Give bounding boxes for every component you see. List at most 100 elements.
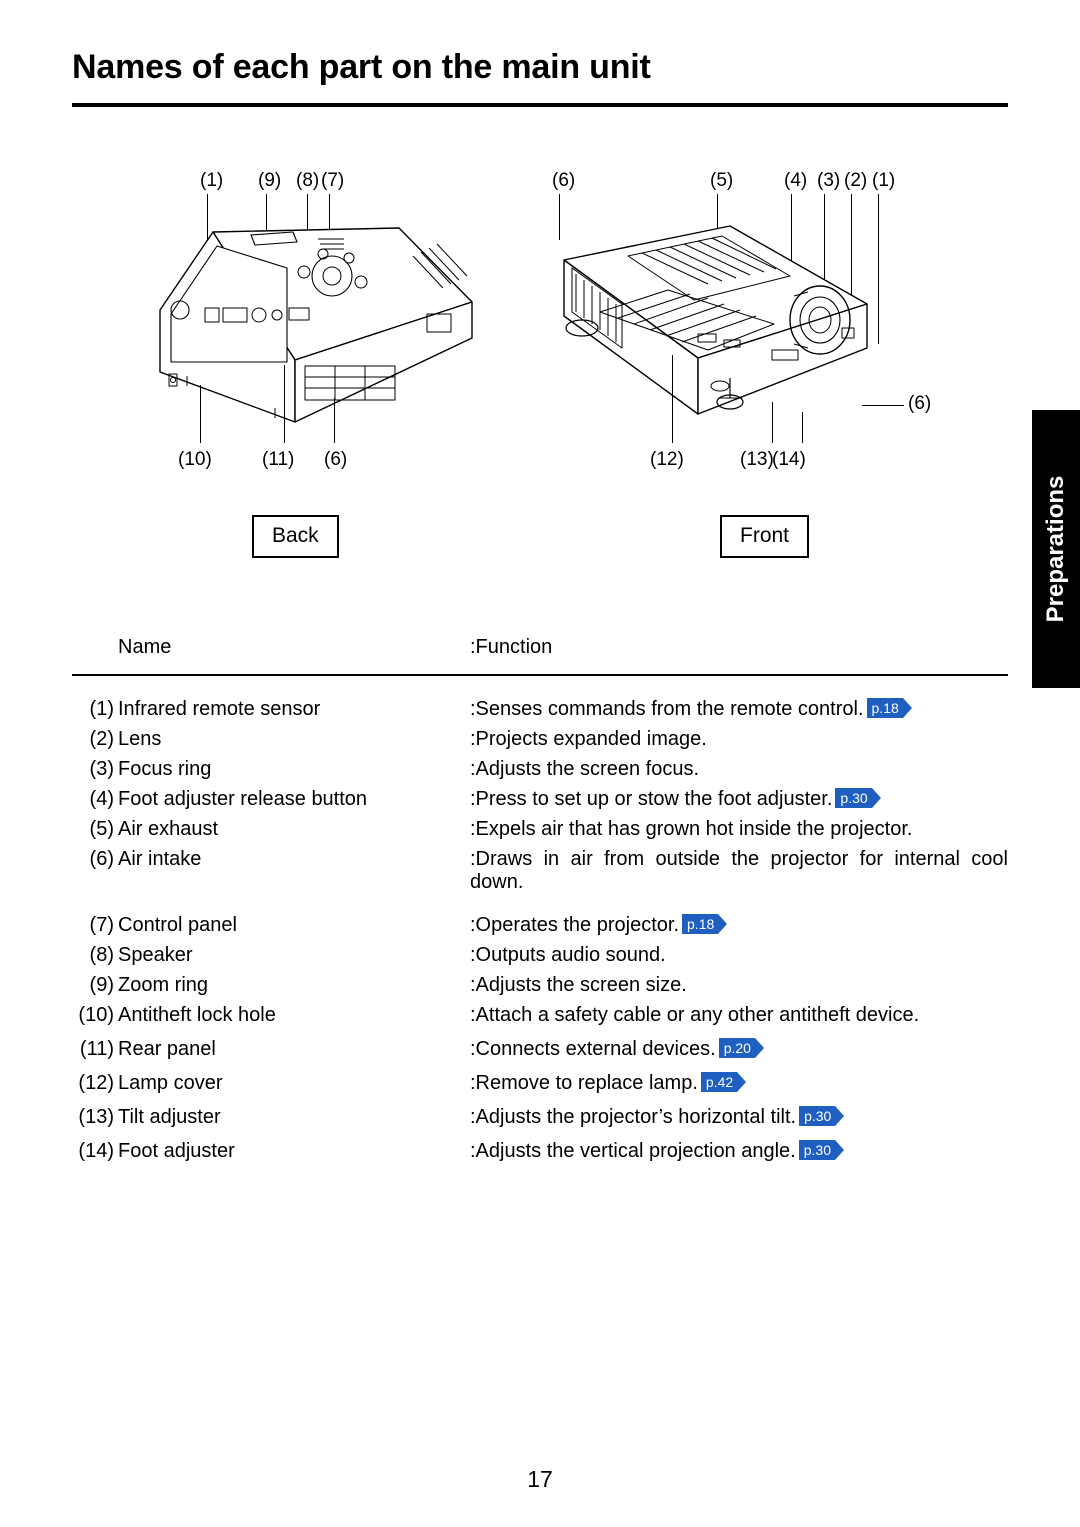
page-title: Names of each part on the main unit [72,48,651,86]
row-number: (7) [89,914,114,936]
leader-back-10 [200,385,201,443]
callout-front-1: (1) [872,170,896,191]
callout-front-4: (4) [784,170,808,191]
callout-back-9: (9) [258,170,282,191]
row-number: (6) [89,848,114,870]
table-row: (13) Tilt adjuster :Adjusts the projecto… [72,1106,1008,1140]
row-name: Antitheft lock hole [118,1004,276,1026]
row-function-text: :Adjusts the vertical projection angle. [470,1140,796,1162]
pageref-link[interactable]: p.18 [682,914,728,934]
row-function: :Adjusts the screen focus. [470,758,1008,781]
row-function: :Expels air that has grown hot inside th… [470,818,1008,841]
row-name: Speaker [118,944,193,966]
row-name: Zoom ring [118,974,209,996]
row-function: :Press to set up or stow the foot adjust… [470,788,1008,811]
figure-label-front: Front [720,515,810,558]
row-number: (3) [89,758,114,780]
page-number: 17 [527,1466,553,1492]
pageref-link[interactable]: p.20 [718,1038,765,1058]
row-function: :Senses commands from the remote control… [470,698,1008,721]
callout-back-6: (6) [324,449,348,470]
row-name: Infrared remote sensor [118,698,321,720]
callout-back-11: (11) [262,449,295,470]
figure-area: (1) (9) (8) (7) (10) (11) (6) Back (6) (… [72,150,972,590]
row-function: :Connects external devices. p.20 [470,1038,1008,1061]
row-function: :Adjusts the projector’s horizontal tilt… [470,1106,1008,1129]
row-name: Foot adjuster release button [118,788,368,810]
section-tab-label: Preparations [1042,475,1069,623]
callout-front-2: (2) [844,170,868,191]
leader-front-14 [802,412,803,443]
row-name: Air intake [118,848,202,870]
row-function: :Attach a safety cable or any other anti… [470,1004,1008,1027]
table-row: (10) Antitheft lock hole :Attach a safet… [72,1004,1008,1038]
callout-front-13: (13) [740,449,774,470]
row-function-text: :Senses commands from the remote control… [470,698,864,720]
column-header-function: :Function [470,636,553,658]
row-number: (4) [89,788,114,810]
callout-back-8: (8) [296,170,320,191]
row-name: Focus ring [118,758,212,780]
parts-table: Name :Function (1) Infrared remote senso… [72,636,1008,1174]
pageref-link[interactable]: p.42 [700,1072,747,1092]
leader-back-6 [334,398,335,443]
leader-back-11 [284,365,285,443]
row-number: (13) [78,1106,114,1128]
pageref-link[interactable]: p.30 [798,1140,845,1160]
row-number: (14) [78,1140,114,1162]
row-function-text: :Expels air that has grown hot inside th… [470,818,913,840]
table-row: (2) Lens :Projects expanded image. [72,728,1008,758]
row-name: Rear panel [118,1038,216,1060]
leader-front-1 [878,194,879,344]
callout-front-14: (14) [772,449,806,470]
row-function-text: :Adjusts the projector’s horizontal tilt… [470,1106,797,1128]
callout-back-1: (1) [200,170,224,191]
row-function-text: :Remove to replace lamp. [470,1072,698,1094]
section-tab-preparations: Preparations [1032,410,1080,688]
row-function: :Remove to replace lamp. p.42 [470,1072,1008,1095]
table-row: (6) Air intake :Draws in air from outsid… [72,848,1008,914]
row-function: :Adjusts the screen size. [470,974,1008,997]
table-row: (9) Zoom ring :Adjusts the screen size. [72,974,1008,1004]
callout-front-3: (3) [817,170,841,191]
row-function-text: :Adjusts the screen focus. [470,758,700,780]
callout-back-7: (7) [321,170,345,191]
table-row: (12) Lamp cover :Remove to replace lamp.… [72,1072,1008,1106]
table-row: (8) Speaker :Outputs audio sound. [72,944,1008,974]
pageref-link[interactable]: p.30 [835,788,881,808]
title-divider [72,103,1008,107]
row-number: (9) [89,974,114,996]
row-name: Tilt adjuster [118,1106,221,1128]
pageref-link[interactable]: p.30 [799,1106,845,1126]
row-function-text: :Attach a safety cable or any other anti… [470,1004,920,1026]
table-row: (4) Foot adjuster release button :Press … [72,788,1008,818]
leader-front-13 [772,402,773,443]
column-header-name: Name [118,636,172,658]
callout-front-12: (12) [650,449,684,470]
table-row: (14) Foot adjuster :Adjusts the vertical… [72,1140,1008,1174]
table-row: (1) Infrared remote sensor :Senses comma… [72,698,1008,728]
row-number: (12) [78,1072,114,1094]
table-row: (11) Rear panel :Connects external devic… [72,1038,1008,1072]
figure-label-back: Back [252,515,339,558]
row-name: Lamp cover [118,1072,223,1094]
row-function: :Draws in air from outside the projector… [470,848,1008,893]
table-row: (3) Focus ring :Adjusts the screen focus… [72,758,1008,788]
callout-front-5: (5) [710,170,734,191]
row-number: (1) [89,698,114,720]
row-name: Lens [118,728,162,750]
row-function: :Adjusts the vertical projection angle. p… [470,1140,1008,1163]
row-name: Foot adjuster [118,1140,235,1162]
row-function-text: :Connects external devices. [470,1038,716,1060]
pageref-link[interactable]: p.18 [866,698,913,718]
row-function-text: :Operates the projector. [470,914,680,936]
row-number: (2) [89,728,114,750]
row-number: (8) [89,944,114,966]
callout-back-10: (10) [178,449,212,470]
row-function: :Outputs audio sound. [470,944,1008,967]
table-row: (7) Control panel :Operates the projecto… [72,914,1008,944]
table-row: (5) Air exhaust :Expels air that has gro… [72,818,1008,848]
row-function: :Operates the projector. p.18 [470,914,1008,937]
parts-table-header: Name :Function [72,636,1008,676]
row-name: Air exhaust [118,818,219,840]
